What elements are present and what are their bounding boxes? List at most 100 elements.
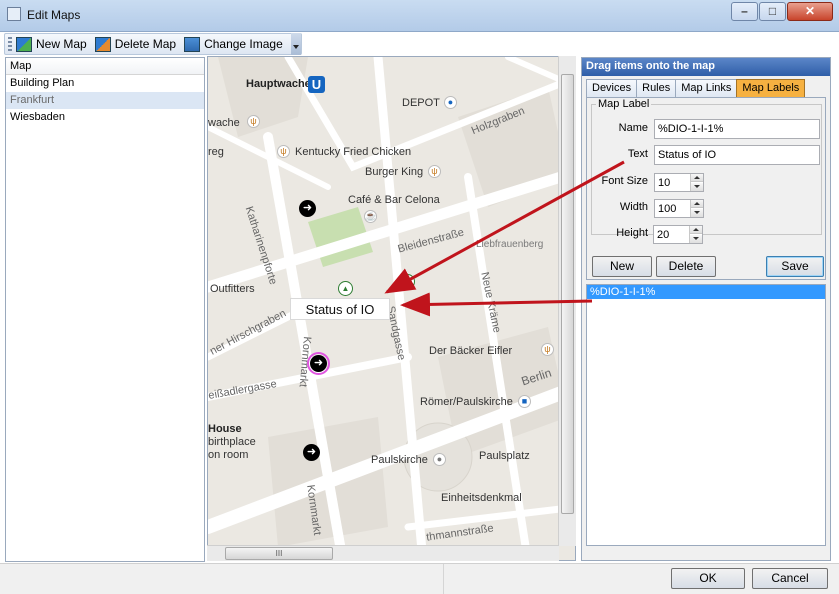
restaurant-icon: ψ [247, 115, 260, 128]
map-label-roemer: Römer/Paulskirche [420, 396, 513, 408]
height-stepper[interactable]: 20 [653, 225, 703, 244]
landmark-icon: ● [433, 453, 446, 466]
map-labels-tab-content: Map Label Name Text Font Size 10 Width 1… [586, 97, 826, 280]
delete-map-button[interactable]: Delete Map [94, 36, 177, 52]
font-size-value: 10 [658, 177, 671, 189]
width-up-icon[interactable] [691, 200, 703, 208]
map-label-depot: DEPOT [402, 97, 440, 109]
map-canvas[interactable]: Hauptwache U DEPOT ● wache ψ Holzgraben … [207, 56, 576, 561]
text-label: Text [627, 148, 648, 160]
maximize-button[interactable]: □ [759, 2, 786, 21]
delete-map-label: Delete Map [114, 37, 177, 51]
map-horizontal-scroll-thumb[interactable]: III [225, 547, 333, 560]
map-label-reg: reg [208, 146, 224, 158]
map-list: Map Building Plan Frankfurt Wiesbaden [5, 57, 205, 562]
tab-devices[interactable]: Devices [586, 79, 638, 97]
minimize-button[interactable]: – [731, 2, 758, 21]
map-list-item[interactable]: Building Plan [6, 75, 204, 92]
width-down-icon[interactable] [691, 209, 703, 217]
font-size-down-icon[interactable] [691, 183, 703, 191]
close-icon: ✕ [804, 4, 816, 18]
width-value: 100 [658, 203, 677, 215]
map-label-liebfrauenberg: Liebfrauenberg [476, 239, 544, 250]
map-link-arrow-icon-selected[interactable]: ➜ [307, 352, 330, 375]
map-link-arrow-icon[interactable]: ➜ [299, 200, 316, 217]
app-icon [7, 7, 21, 21]
font-size-stepper[interactable]: 10 [654, 173, 704, 192]
name-field[interactable] [654, 119, 820, 139]
device-up-icon[interactable]: ▲ [338, 281, 353, 296]
toolbar-grip[interactable] [8, 37, 12, 51]
restaurant-icon: ψ [277, 145, 290, 158]
map-label-paulsplatz: Paulsplatz [479, 450, 530, 462]
title-bar: Edit Maps – □ ✕ [0, 0, 839, 32]
height-down-icon[interactable] [690, 235, 702, 243]
font-size-up-icon[interactable] [691, 174, 703, 182]
map-label-birthplace: birthplace [208, 436, 256, 448]
font-size-spin-buttons [690, 174, 703, 191]
width-label: Width [619, 201, 648, 213]
map-vertical-scroll-thumb[interactable] [561, 74, 574, 514]
map-label-burger-king: Burger King [365, 166, 424, 178]
save-label-button[interactable]: Save [766, 256, 824, 277]
map-vertical-scrollbar[interactable] [558, 56, 576, 546]
map-label-list: %DIO-1-I-1% [586, 284, 826, 546]
map-label-on-room: on room [208, 449, 249, 461]
map-label-einheitsdenkmal: Einheitsdenkmal [441, 492, 522, 504]
tram-icon: ■ [518, 395, 531, 408]
width-stepper[interactable]: 100 [654, 199, 704, 218]
toolbar-overflow-button[interactable] [291, 33, 301, 55]
font-size-label: Font Size [601, 175, 648, 187]
cancel-button[interactable]: Cancel [752, 568, 828, 589]
device-down-icon[interactable]: ▼ [400, 274, 415, 289]
ok-button[interactable]: OK [671, 568, 745, 589]
delete-label-button[interactable]: Delete [656, 256, 716, 277]
height-spin-buttons [689, 226, 702, 243]
text-field[interactable] [654, 145, 820, 165]
window-title: Edit Maps [27, 8, 81, 22]
map-label-kfc: Kentucky Fried Chicken [295, 146, 412, 158]
change-image-button[interactable]: Change Image [184, 36, 283, 52]
minimize-icon: – [741, 4, 748, 18]
footer-divider [4, 564, 444, 594]
tab-map-labels[interactable]: Map Labels [736, 79, 806, 97]
map-list-item[interactable]: Wiesbaden [6, 109, 204, 126]
map-label-list-item[interactable]: %DIO-1-I-1% [587, 285, 825, 299]
map-horizontal-scrollbar[interactable]: III [207, 545, 559, 561]
map-label-paulskirche: Paulskirche [371, 454, 428, 466]
map-label-baecker: Der Bäcker Eifler [429, 345, 513, 357]
name-label: Name [618, 122, 648, 134]
height-up-icon[interactable] [690, 226, 702, 234]
change-image-label: Change Image [204, 37, 283, 51]
new-label-button[interactable]: New [592, 256, 652, 277]
map-label-group: Map Label Name Text Font Size 10 Width 1… [591, 98, 822, 239]
tab-rules[interactable]: Rules [636, 79, 677, 97]
height-label: Height [616, 227, 648, 239]
restaurant-icon: ψ [541, 343, 554, 356]
tab-map-links[interactable]: Map Links [675, 79, 738, 97]
maximize-icon: □ [768, 4, 777, 18]
map-link-arrow-icon[interactable]: ➜ [303, 444, 320, 461]
properties-panel: Drag items onto the map Devices Rules Ma… [581, 57, 831, 561]
map-label-group-title: Map Label [596, 98, 652, 110]
status-of-io-map-label[interactable]: Status of IO [290, 298, 390, 320]
map-label-outfitters: Outfitters [210, 283, 255, 295]
delete-map-icon [94, 36, 111, 52]
close-button[interactable]: ✕ [787, 2, 833, 21]
height-value: 20 [657, 229, 670, 241]
map-list-item-selected[interactable]: Frankfurt [6, 92, 204, 109]
ubahn-icon: U [308, 76, 325, 93]
new-map-label: New Map [36, 37, 87, 51]
map-label-house: House [208, 423, 242, 435]
new-map-button[interactable]: New Map [16, 36, 87, 52]
map-label-wache: wache [208, 117, 240, 129]
cafe-icon: ☕ [364, 210, 377, 223]
toolbar: New Map Delete Map Change Image [4, 33, 302, 55]
map-label-hauptwache: Hauptwache [246, 78, 311, 90]
shop-icon: ● [444, 96, 457, 109]
map-label-cafe: Café & Bar Celona [348, 194, 440, 206]
restaurant-icon: ψ [428, 165, 441, 178]
map-list-header[interactable]: Map [6, 58, 204, 75]
dialog-footer: OK Cancel [0, 563, 839, 594]
change-image-icon [184, 36, 201, 52]
